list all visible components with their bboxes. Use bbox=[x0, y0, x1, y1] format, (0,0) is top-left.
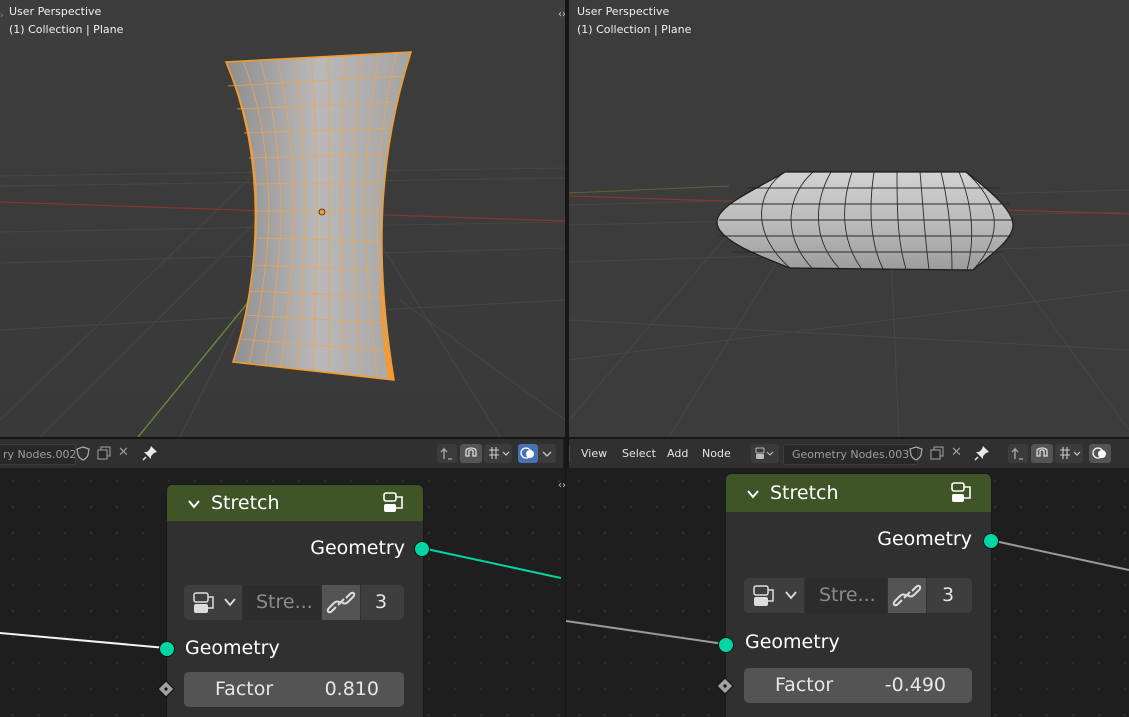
right-viewport-scene bbox=[569, 0, 1129, 437]
group-name-text: Stre... bbox=[256, 591, 313, 613]
user-count-text: 3 bbox=[942, 584, 955, 606]
area-split-arrows-icon[interactable]: ‹› bbox=[558, 480, 566, 491]
snap-grid-dropdown[interactable] bbox=[1055, 444, 1083, 463]
geometry-output-link bbox=[421, 547, 561, 579]
left-node-editor-header: ry Nodes.002 ✕ bbox=[0, 439, 563, 468]
menu-select[interactable]: Select bbox=[622, 439, 656, 468]
geometry-output-socket[interactable] bbox=[414, 541, 430, 557]
snap-grid-dropdown[interactable] bbox=[484, 444, 512, 463]
group-name-text: Stre... bbox=[819, 584, 876, 606]
user-count-text: 3 bbox=[375, 591, 388, 613]
node-group-selector: Stre... 3 bbox=[184, 585, 404, 620]
group-name-field[interactable]: Stre... bbox=[805, 578, 887, 613]
snap-magnet-button[interactable] bbox=[1031, 444, 1053, 463]
overlays-dropdown[interactable] bbox=[538, 444, 556, 463]
menu-add[interactable]: Add bbox=[667, 439, 688, 468]
geometry-input-link bbox=[566, 620, 725, 645]
user-count-field[interactable]: 3 bbox=[361, 585, 404, 620]
right-node-editor-header: View Select Add Node Geometry Nodes.003 … bbox=[569, 439, 1129, 468]
pin-icon[interactable] bbox=[974, 445, 990, 465]
parent-node-tree-button[interactable] bbox=[1008, 444, 1028, 463]
collapse-chevron-icon[interactable] bbox=[746, 487, 760, 501]
menu-node[interactable]: Node bbox=[702, 439, 731, 468]
node-title: Stretch bbox=[211, 492, 280, 514]
geometry-input-link bbox=[0, 632, 167, 649]
factor-input-socket[interactable] bbox=[716, 677, 734, 695]
geometry-output-label: Geometry bbox=[877, 528, 972, 550]
node-group-datablock[interactable]: Geometry Nodes.003 bbox=[783, 444, 918, 465]
node-group-icon bbox=[383, 492, 403, 512]
factor-label: Factor bbox=[775, 674, 834, 696]
viewport-perspective-label: User Perspective bbox=[577, 5, 670, 18]
node-group-icon bbox=[951, 482, 971, 502]
fake-user-shield-icon[interactable] bbox=[909, 446, 923, 465]
browse-node-group-button[interactable] bbox=[751, 444, 779, 463]
link-users-button[interactable] bbox=[322, 585, 360, 620]
geometry-input-socket[interactable] bbox=[718, 637, 734, 653]
node-group-name: Geometry Nodes.003 bbox=[792, 448, 910, 461]
header-separator bbox=[569, 445, 570, 462]
unlink-close-icon[interactable]: ✕ bbox=[951, 445, 962, 460]
area-corner-arrow-icon[interactable]: › bbox=[0, 7, 4, 25]
fake-user-shield-icon[interactable] bbox=[76, 446, 90, 465]
link-users-button[interactable] bbox=[888, 578, 926, 613]
object-origin-dot bbox=[318, 208, 326, 216]
collapse-chevron-icon[interactable] bbox=[187, 497, 201, 511]
browse-group-button[interactable] bbox=[184, 585, 242, 620]
overlays-toggle-button[interactable] bbox=[1089, 444, 1111, 463]
left-viewport-scene bbox=[0, 0, 565, 437]
geometry-output-socket[interactable] bbox=[983, 533, 999, 549]
geometry-input-label: Geometry bbox=[185, 637, 280, 659]
node-group-datablock[interactable]: ry Nodes.002 bbox=[0, 444, 76, 465]
duplicate-icon[interactable] bbox=[97, 446, 111, 465]
factor-value: 0.810 bbox=[324, 678, 379, 700]
geometry-input-socket[interactable] bbox=[159, 641, 175, 657]
node-group-name: ry Nodes.002 bbox=[3, 448, 76, 461]
factor-value: -0.490 bbox=[884, 674, 946, 696]
node-header[interactable]: Stretch bbox=[726, 474, 991, 512]
snap-magnet-button[interactable] bbox=[460, 444, 482, 463]
factor-label: Factor bbox=[215, 678, 274, 700]
right-3d-viewport[interactable]: User Perspective (1) Collection | Plane bbox=[569, 0, 1129, 437]
group-name-field[interactable]: Stre... bbox=[243, 585, 321, 620]
node-group-selector: Stre... 3 bbox=[744, 578, 972, 613]
stretch-node[interactable]: Stretch Geometry Stre... 3 Geometry Fact… bbox=[166, 484, 424, 717]
overlays-toggle-button[interactable] bbox=[518, 444, 538, 463]
parent-node-tree-button[interactable] bbox=[437, 444, 457, 463]
duplicate-icon[interactable] bbox=[930, 446, 944, 465]
factor-field[interactable]: Factor -0.490 bbox=[744, 668, 972, 703]
user-count-field[interactable]: 3 bbox=[927, 578, 972, 613]
viewport-collection-label: (1) Collection | Plane bbox=[577, 23, 692, 36]
geometry-output-link bbox=[989, 539, 1129, 571]
node-title: Stretch bbox=[770, 482, 839, 504]
deformed-plane-mesh[interactable] bbox=[716, 171, 1014, 271]
left-node-editor[interactable]: Stretch Geometry Stre... 3 Geometry Fact… bbox=[0, 468, 561, 717]
geometry-input-label: Geometry bbox=[745, 631, 840, 653]
geometry-output-label: Geometry bbox=[310, 537, 405, 559]
menu-view[interactable]: View bbox=[581, 439, 607, 468]
node-header[interactable]: Stretch bbox=[167, 485, 423, 521]
browse-group-button[interactable] bbox=[744, 578, 804, 613]
viewport-perspective-label: User Perspective bbox=[9, 5, 102, 18]
left-3d-viewport[interactable]: User Perspective (1) Collection | Plane … bbox=[0, 0, 565, 437]
viewport-collection-label: (1) Collection | Plane bbox=[9, 23, 124, 36]
factor-input-socket[interactable] bbox=[157, 680, 175, 698]
pin-icon[interactable] bbox=[142, 445, 158, 465]
unlink-close-icon[interactable]: ✕ bbox=[118, 445, 129, 460]
factor-field[interactable]: Factor 0.810 bbox=[184, 672, 404, 707]
right-node-editor[interactable]: Stretch Geometry Stre... 3 Geometry Fact… bbox=[566, 468, 1129, 717]
stretch-node[interactable]: Stretch Geometry Stre... 3 Geometry Fact… bbox=[725, 473, 992, 717]
